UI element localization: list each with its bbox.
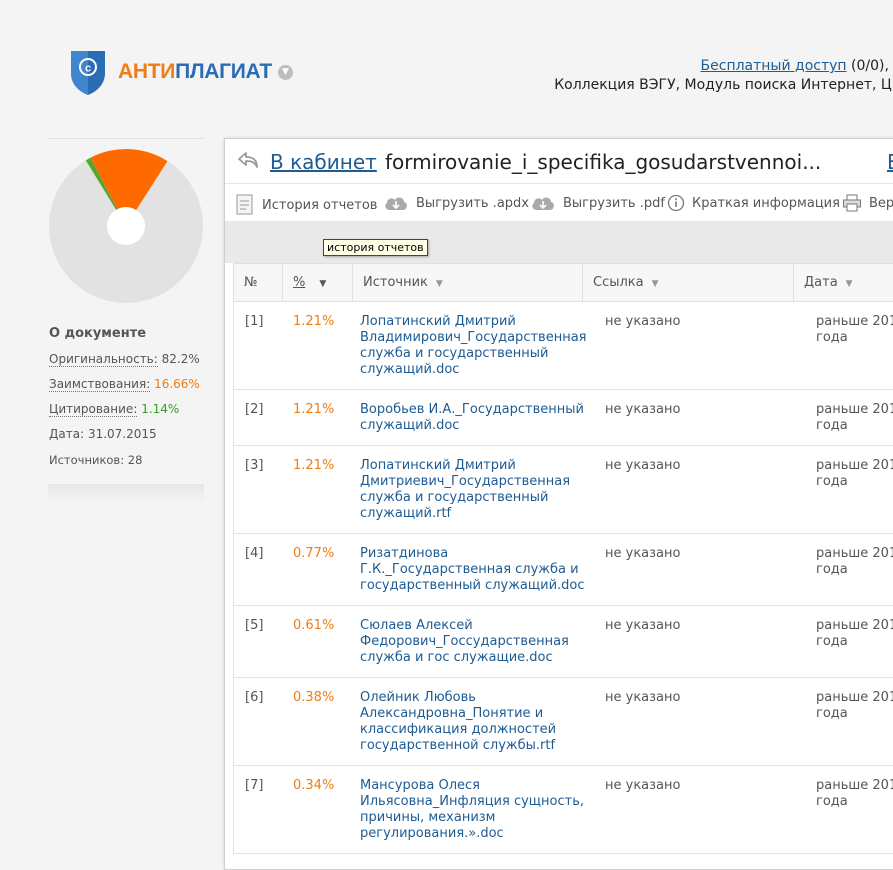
column-header-number: № (234, 264, 283, 301)
table-row: [3] 1.21% Лопатинский Дмитрий Дмитриевич_Г… (233, 446, 893, 534)
row-number: [6] (245, 690, 264, 705)
row-number: [1] (245, 314, 264, 329)
row-percent: 1.21% (293, 458, 335, 473)
row-link: не указано (605, 690, 681, 705)
sources-table: № % ▼ Источник ▼ Ссылка ▼ Дата ▼ [1] 1.21% Лоп… (233, 263, 893, 854)
row-source-link[interactable]: Лопатинский Дмитрий Владимирович_Государ… (360, 314, 592, 378)
row-number: [2] (245, 402, 264, 417)
titlebar-overflow-link[interactable]: Е (887, 150, 893, 174)
table-row: [2] 1.21% Воробьев И.А._Государственный сл… (233, 390, 893, 446)
document-icon (236, 194, 253, 215)
collections-text: Коллекция ВЭГУ, Модуль поиска Интернет, … (554, 77, 893, 93)
originality-pie-chart (48, 149, 203, 303)
report-titlebar: В кабинет formirovanie_i_specifika_gosud… (225, 139, 893, 183)
header: c АНТИПЛАГИАТ ▼ Бесплатный доступ (0/0),… (0, 0, 893, 125)
column-header-link[interactable]: Ссылка ▼ (583, 264, 794, 301)
originality-stat: Оригинальность: 82.2% (49, 352, 200, 367)
info-icon (667, 194, 685, 212)
row-number: [7] (245, 778, 264, 793)
brief-info-button[interactable]: Краткая информация (667, 194, 840, 212)
about-document-title: О документе (49, 326, 147, 341)
export-pdf-button[interactable]: Выгрузить .pdf (530, 194, 665, 212)
row-source-link[interactable]: Мансурова Олеся Ильясовна_Инфляция сущно… (360, 778, 592, 842)
shield-logo-icon: c (71, 51, 105, 95)
row-number: [3] (245, 458, 264, 473)
table-row: [4] 0.77% Ризатдинова Г.К._Государственная… (233, 534, 893, 606)
row-number: [4] (245, 546, 264, 561)
row-link: не указано (605, 402, 681, 417)
report-panel: В кабинет formirovanie_i_specifika_gosud… (224, 138, 893, 870)
borrowing-stat: Заимствования: 16.66% (49, 377, 200, 392)
svg-text:c: c (85, 63, 91, 75)
column-header-source[interactable]: Источник ▼ (353, 264, 583, 301)
table-header: № % ▼ Источник ▼ Ссылка ▼ Дата ▼ (233, 263, 893, 302)
row-percent: 0.34% (293, 778, 335, 793)
row-source-link[interactable]: Воробьев И.А._Государственный служащий.d… (360, 402, 592, 434)
document-name: formirovanie_i_specifika_gosudarstvennoi… (385, 150, 822, 174)
back-arrow-icon[interactable] (237, 151, 259, 169)
row-date: раньше 2011 года (816, 618, 893, 649)
table-row: [5] 0.61% Сюлаев Алексей Федорович_Госсуда… (233, 606, 893, 678)
row-percent: 1.21% (293, 402, 335, 417)
row-percent: 0.61% (293, 618, 335, 633)
row-date: раньше 2011 года (816, 314, 893, 345)
chevron-down-icon[interactable]: ▼ (277, 64, 293, 80)
history-button[interactable]: История отчетов (235, 194, 377, 216)
cloud-download-icon (385, 197, 407, 210)
printer-icon (843, 194, 861, 212)
row-source-link[interactable]: Сюлаев Алексей Федорович_Госсударственна… (360, 618, 592, 666)
row-date: раньше 2011 года (816, 458, 893, 489)
history-tooltip: история отчетов (323, 239, 428, 256)
row-link: не указано (605, 314, 681, 329)
row-date: раньше 2011 года (816, 690, 893, 721)
row-date: раньше 2011 года (816, 402, 893, 433)
row-link: не указано (605, 778, 681, 793)
row-source-link[interactable]: Ризатдинова Г.К._Государственная служба … (360, 546, 592, 594)
sources-stat: Источников: 28 (49, 453, 143, 467)
row-percent: 0.77% (293, 546, 335, 561)
free-access-count: (0/0), (846, 58, 893, 74)
citation-stat: Цитирование: 1.14% (49, 402, 180, 417)
row-link: не указано (605, 458, 681, 473)
row-link: не указано (605, 546, 681, 561)
brand-name: АНТИПЛАГИАТ (118, 60, 272, 83)
table-row: [1] 1.21% Лопатинский Дмитрий Владимирович… (233, 302, 893, 390)
cabinet-link[interactable]: В кабинет (270, 150, 377, 174)
free-access-link[interactable]: Бесплатный доступ (701, 58, 847, 74)
row-number: [5] (245, 618, 264, 633)
column-header-date[interactable]: Дата ▼ (794, 264, 893, 301)
date-stat: Дата: 31.07.2015 (49, 427, 157, 441)
column-header-percent[interactable]: % ▼ (283, 264, 353, 301)
row-source-link[interactable]: Лопатинский Дмитрий Дмитриевич_Государст… (360, 458, 592, 522)
row-date: раньше 2011 года (816, 778, 893, 809)
row-percent: 1.21% (293, 314, 335, 329)
sidebar: О документе Оригинальность: 82.2% Заимст… (48, 138, 204, 502)
export-apdx-button[interactable]: Выгрузить .apdx (383, 194, 529, 212)
row-link: не указано (605, 618, 681, 633)
table-row: [6] 0.38% Олейник Любовь Александровна_Пон… (233, 678, 893, 766)
table-row: [7] 0.34% Мансурова Олеся Ильясовна_Инфляц… (233, 766, 893, 854)
print-button[interactable]: Вер (842, 194, 893, 212)
row-source-link[interactable]: Олейник Любовь Александровна_Понятие и к… (360, 690, 592, 754)
row-percent: 0.38% (293, 690, 335, 705)
logo[interactable]: c АНТИПЛАГИАТ ▼ (68, 46, 293, 98)
cloud-download-icon (532, 197, 554, 210)
report-toolbar: История отчетов Выгрузить .apdx Выгрузит… (225, 183, 893, 222)
row-date: раньше 2011 года (816, 546, 893, 577)
